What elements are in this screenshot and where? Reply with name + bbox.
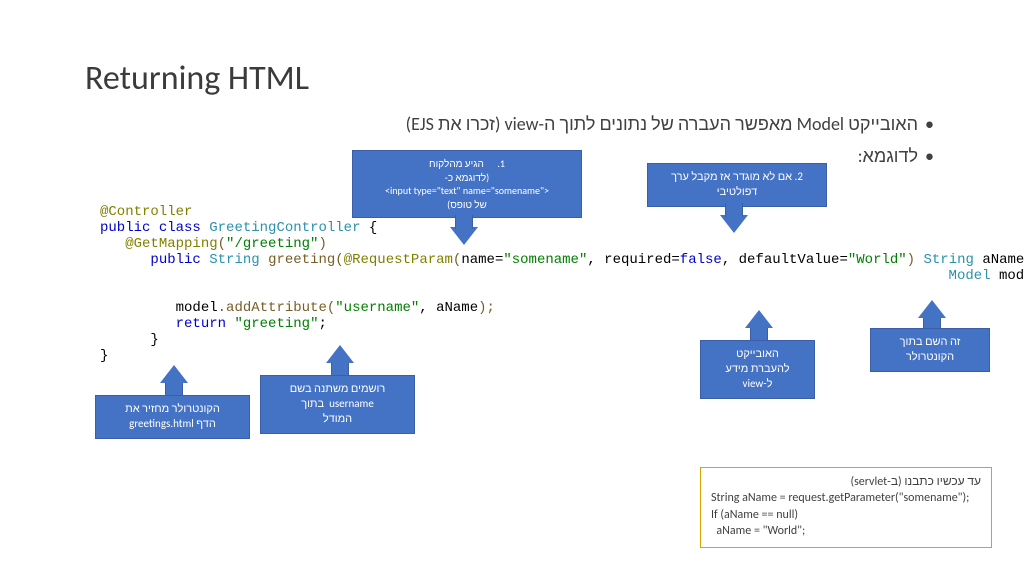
callout-5-line2: username בתוך	[269, 397, 406, 412]
code-eq: =	[839, 252, 847, 268]
servlet-header: עד עכשיו כתבנו (ב-servlet)	[711, 474, 981, 490]
code-paren: (	[218, 236, 226, 252]
code-annotation-getmapping: @GetMapping	[125, 236, 217, 252]
code-kw-class: class	[159, 220, 201, 236]
slide-title: Returning HTML	[85, 58, 309, 99]
callout-6-line1: הקונטרולר מחזיר את	[104, 402, 241, 417]
code-string: "somename"	[503, 252, 587, 268]
code-paren: (	[327, 300, 335, 316]
code-brace: }	[150, 332, 158, 348]
code-type: Model	[949, 268, 991, 284]
code-call: .addAttribute	[218, 300, 327, 316]
code-param-name: name	[461, 252, 495, 268]
callout-return-page: הקונטרולר מחזיר את הדף greetings.html	[95, 395, 250, 439]
callout-default-value: 2. אם לא מוגדר אז מקבל ערך דפולטיבי	[647, 163, 827, 207]
code-var: model	[176, 300, 218, 316]
code-var: model	[999, 268, 1024, 284]
callout-4-line3: ל-view	[709, 377, 806, 392]
callout-1-line2: (לדוגמא כ-	[361, 171, 573, 185]
code-string: "username"	[335, 300, 419, 316]
callout-5-line1: רושמים משתנה בשם	[269, 382, 406, 397]
servlet-line-2: If (aName == null)	[711, 507, 981, 523]
bullet-1-text: האובייקט Model מאפשר העברה של נתונים לתו…	[406, 113, 918, 135]
callout-6-line2: הדף greetings.html	[104, 417, 241, 432]
code-brace: }	[100, 348, 108, 364]
callout-2-line1: 2. אם לא מוגדר אז מקבל ערך	[656, 170, 818, 185]
code-type: String	[923, 252, 973, 268]
code-string: "greeting"	[234, 316, 318, 332]
callout-1-line3: <input type="text" name="somename">	[361, 184, 573, 198]
code-annotation-requestparam: @RequestParam	[344, 252, 453, 268]
code-kw-public: public	[150, 252, 200, 268]
code-annotation-controller: @Controller	[100, 204, 192, 220]
code-paren: )	[907, 252, 915, 268]
servlet-comparison-box: עד עכשיו כתבנו (ב-servlet) String aName …	[700, 467, 992, 548]
code-param-default: defaultValue	[739, 252, 840, 268]
bullet-2: •לדוגמא:	[858, 145, 934, 167]
code-brace: {	[369, 220, 377, 236]
callout-1-line1: 1. הגיע מהלקוח	[361, 157, 573, 171]
callout-4-line2: להעברת מידע	[709, 362, 806, 377]
callout-2-line2: דפולטיבי	[656, 185, 818, 200]
callout-5-line3: המודל	[269, 412, 406, 427]
servlet-line-1: String aName = request.getParameter("som…	[711, 490, 981, 506]
code-class-name: GreetingController	[209, 220, 360, 236]
code-string: "/greeting"	[226, 236, 318, 252]
arrow-up-icon	[160, 365, 188, 383]
bullet-1: •האובייקט Model מאפשר העברה של נתונים לת…	[104, 113, 934, 135]
code-method: greeting	[268, 252, 335, 268]
code-comma: ,	[587, 252, 595, 268]
code-block: @Controller public class GreetingControl…	[100, 204, 1024, 364]
code-paren: );	[478, 300, 495, 316]
code-type: String	[209, 252, 259, 268]
code-semi: ;	[318, 316, 326, 332]
bullet-2-text: לדוגמא:	[858, 145, 918, 167]
code-string: "World"	[848, 252, 907, 268]
code-kw-public: public	[100, 220, 150, 236]
code-eq: =	[671, 252, 679, 268]
code-var: aName	[982, 252, 1024, 268]
code-false: false	[680, 252, 722, 268]
code-paren: (	[335, 252, 343, 268]
callout-register-variable: רושמים משתנה בשם username בתוך המודל	[260, 375, 415, 434]
code-kw-return: return	[176, 316, 226, 332]
code-arg: , aName	[419, 300, 478, 316]
code-comma: ,	[722, 252, 730, 268]
servlet-line-3: aName = "World";	[711, 523, 981, 539]
code-param-required: required	[604, 252, 671, 268]
code-paren: )	[318, 236, 326, 252]
